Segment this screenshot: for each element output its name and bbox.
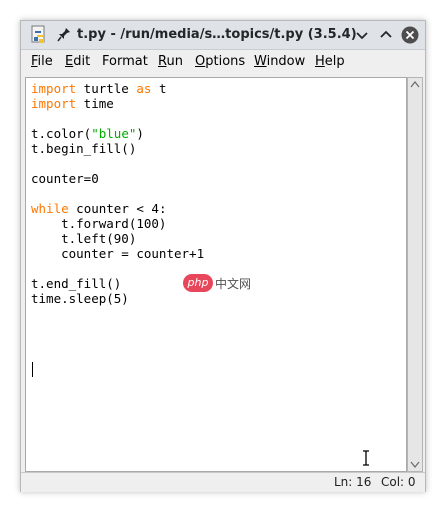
pin-icon[interactable] (57, 27, 71, 43)
scroll-down-arrow-icon[interactable] (408, 457, 422, 471)
menu-run[interactable]: Run (158, 54, 183, 69)
python-file-icon (31, 25, 45, 43)
code-token: t.forward(100) (31, 216, 167, 231)
code-token: counter < 4: (68, 201, 167, 216)
maximize-button[interactable] (377, 26, 395, 44)
status-column: Col: 0 (381, 475, 416, 489)
code-line: import time (31, 96, 114, 111)
code-editor[interactable]: import turtle as t import time t.color("… (25, 77, 407, 472)
watermark-badge: php (183, 274, 213, 292)
menu-file-rest: ile (37, 54, 53, 69)
code-keyword: while (31, 201, 69, 216)
status-line: Ln: 16 (334, 475, 372, 489)
menu-edit-accel: E (65, 54, 74, 69)
text-caret (32, 362, 33, 377)
idle-editor-window: t.py - /run/media/s…topics/t.py (3.5.4) … (20, 20, 426, 492)
code-keyword: import (31, 96, 77, 111)
code-line: t.color("blue") (31, 126, 144, 141)
code-line: t.left(90) (31, 231, 136, 246)
code-token: turtle (76, 81, 137, 96)
menu-run-rest: un (166, 54, 183, 69)
code-token: time (76, 96, 114, 111)
code-token: time.sleep(5) (31, 291, 129, 306)
close-button[interactable] (401, 26, 419, 44)
code-token: counter = counter+1 (31, 246, 205, 261)
menu-edit[interactable]: Edit (65, 54, 90, 69)
menu-window-accel: W (254, 54, 267, 69)
code-keyword: import (31, 81, 77, 96)
title-bar[interactable]: t.py - /run/media/s…topics/t.py (3.5.4) (21, 21, 425, 50)
code-line: t.forward(100) (31, 216, 166, 231)
menu-window-rest: indow (266, 54, 306, 69)
code-token: t.color( (31, 126, 92, 141)
code-line: counter=0 (31, 171, 99, 186)
menu-help-accel: H (315, 54, 325, 69)
status-bar: Ln: 16 Col: 0 (21, 472, 425, 492)
menu-file[interactable]: File (31, 54, 53, 69)
code-line: counter = counter+1 (31, 246, 204, 261)
menu-format-rest: Format (102, 54, 148, 69)
code-line: import turtle as t (31, 81, 167, 96)
code-token: counter=0 (31, 171, 99, 186)
watermark-text: 中文网 (215, 277, 252, 291)
code-token: t.end_fill() (31, 276, 122, 291)
menu-format[interactable]: Format (102, 54, 148, 69)
code-line: t.begin_fill() (31, 141, 136, 156)
scroll-up-arrow-icon[interactable] (408, 78, 422, 92)
vertical-scrollbar[interactable] (407, 77, 423, 472)
menu-options-accel: O (195, 54, 206, 69)
code-token: t (151, 81, 167, 96)
menu-help[interactable]: Help (315, 54, 345, 69)
code-line: while counter < 4: (31, 201, 166, 216)
code-line: t.end_fill() (31, 276, 121, 291)
menu-help-rest: elp (324, 54, 345, 69)
menu-edit-rest: dit (73, 54, 91, 69)
code-token: t.begin_fill() (31, 141, 137, 156)
ibeam-cursor-icon (363, 450, 369, 466)
code-token: ) (136, 126, 144, 141)
window-title: t.py - /run/media/s…topics/t.py (3.5.4) (77, 27, 357, 42)
code-token: t.left(90) (31, 231, 137, 246)
menu-options-rest: ptions (205, 54, 246, 69)
minimize-button[interactable] (353, 26, 371, 44)
code-text[interactable]: import turtle as t import time t.color("… (31, 81, 204, 306)
menu-window[interactable]: Window (254, 54, 305, 69)
menu-bar: File Edit Format Run Options Window Help (21, 50, 425, 74)
code-keyword: as (136, 81, 152, 96)
menu-options[interactable]: Options (195, 54, 245, 69)
code-string: "blue" (91, 126, 137, 141)
code-line: time.sleep(5) (31, 291, 129, 306)
